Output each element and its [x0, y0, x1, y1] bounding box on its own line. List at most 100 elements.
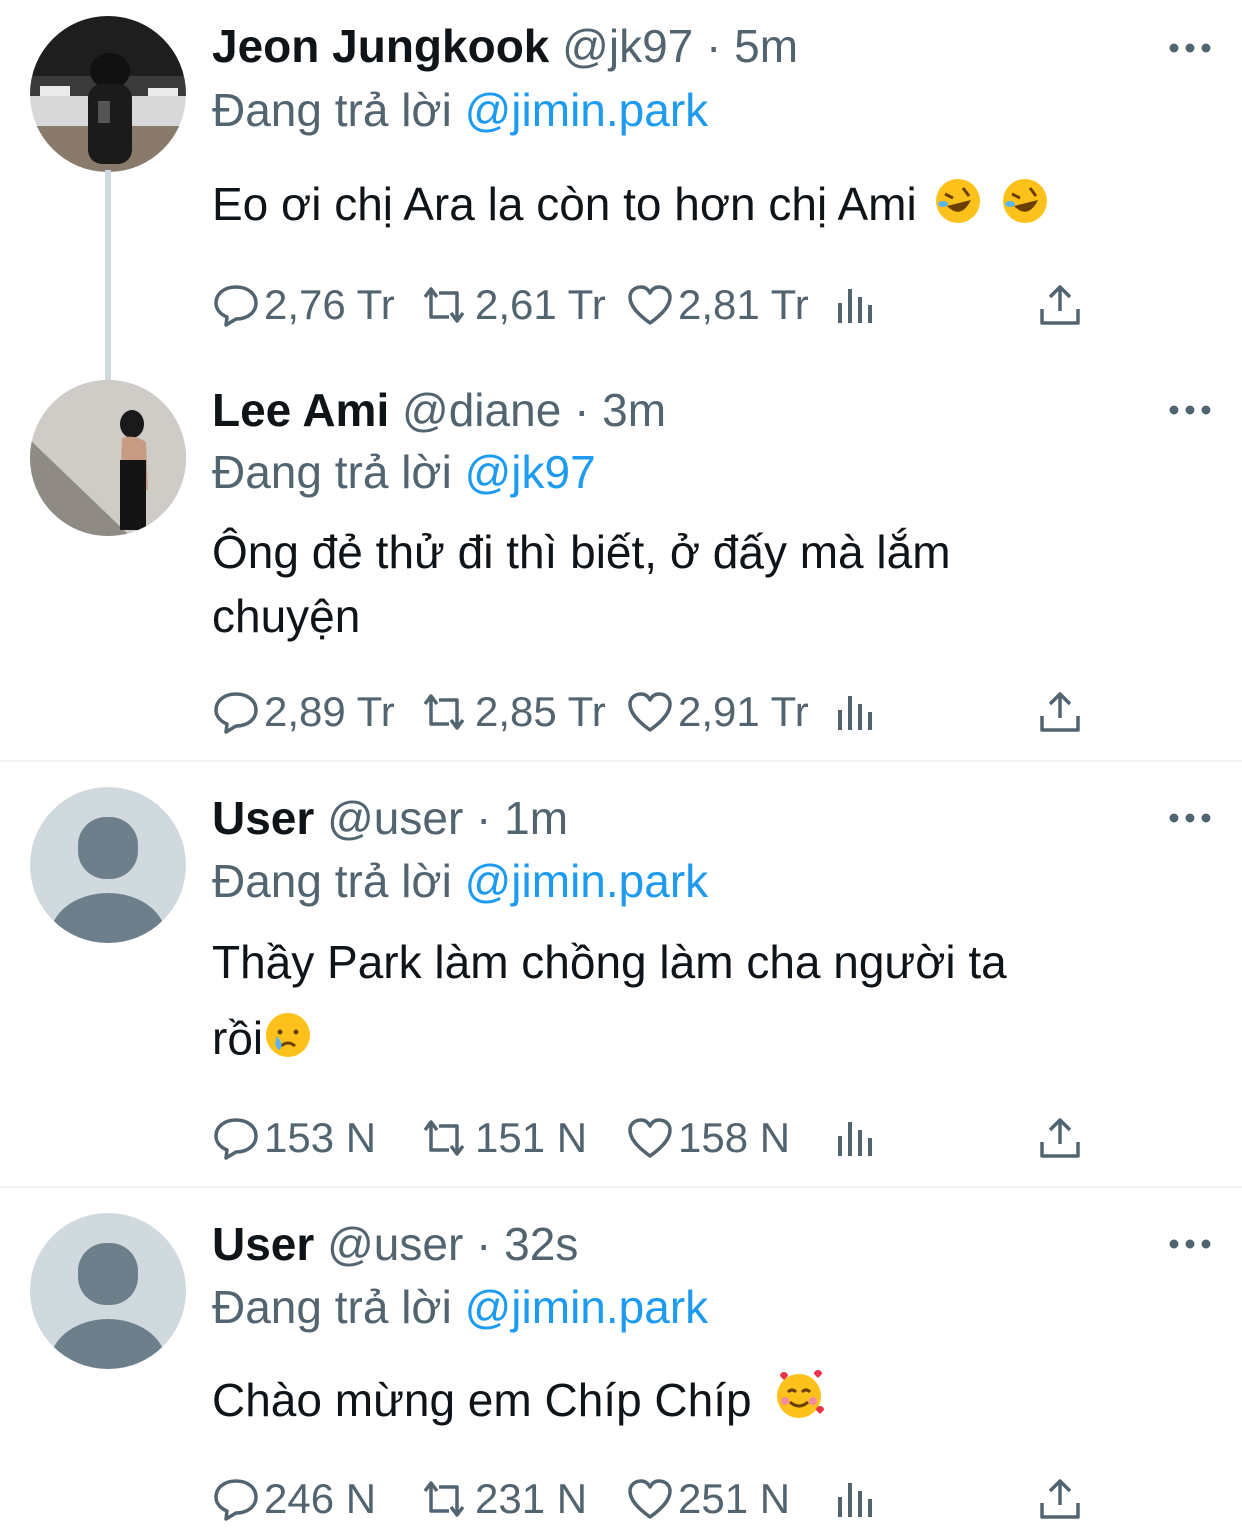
timestamp[interactable]: 32s — [504, 1218, 578, 1270]
reply-mention-link[interactable]: @jimin.park — [465, 84, 709, 136]
reply-count: 246 N — [264, 1475, 377, 1522]
crying-face-emoji — [263, 1010, 313, 1076]
username[interactable]: @diane — [402, 384, 561, 436]
heart-icon — [628, 1479, 672, 1519]
like-button[interactable]: 2,91 Tr — [626, 687, 809, 737]
reply-button[interactable]: 2,89 Tr — [212, 687, 395, 737]
default-avatar[interactable] — [30, 787, 186, 943]
replying-to: Đang trả lời @jimin.park — [212, 851, 708, 911]
default-avatar[interactable] — [30, 1213, 186, 1369]
retweet-count: 231 N — [475, 1475, 588, 1522]
tweet-actions: 246 N 231 N 251 N — [212, 1474, 1092, 1524]
tweet[interactable]: User @user · 32s Đang trả lời @jimin.par… — [0, 1188, 1242, 1539]
reply-button[interactable]: 2,76 Tr — [212, 280, 395, 330]
analytics-button[interactable] — [834, 1113, 882, 1163]
tweet-text: Thầy Park làm chồng làm cha người ta rồi — [212, 930, 1212, 1076]
retweet-button[interactable]: 2,85 Tr — [417, 687, 606, 737]
tweet-actions: 153 N 151 N 158 N — [212, 1113, 1092, 1163]
share-icon — [1040, 692, 1080, 732]
share-icon — [1040, 1479, 1080, 1519]
tweet-text-line: Thầy Park làm chồng làm cha người ta — [212, 936, 1007, 988]
reply-icon — [214, 1118, 258, 1160]
reply-mention-link[interactable]: @jk97 — [465, 446, 596, 498]
rolling-on-floor-laughing-emoji — [1000, 176, 1050, 242]
username[interactable]: @user — [327, 792, 463, 844]
reply-icon — [214, 285, 258, 327]
like-button[interactable]: 2,81 Tr — [626, 280, 809, 330]
display-name[interactable]: Lee Ami — [212, 384, 389, 436]
display-name[interactable]: User — [212, 1218, 314, 1270]
reply-count: 2,76 Tr — [264, 281, 395, 328]
reply-count: 153 N — [264, 1114, 377, 1161]
like-count: 2,91 Tr — [678, 688, 809, 735]
reply-mention-link[interactable]: @jimin.park — [465, 1281, 709, 1333]
retweet-icon — [423, 694, 465, 730]
retweet-button[interactable]: 231 N — [417, 1474, 587, 1524]
timestamp[interactable]: 1m — [504, 792, 568, 844]
replying-to-label: Đang trả lời — [212, 1281, 452, 1333]
retweet-count: 2,61 Tr — [475, 281, 606, 328]
display-name[interactable]: Jeon Jungkook — [212, 20, 549, 72]
analytics-button[interactable] — [834, 280, 882, 330]
tweet-actions: 2,76 Tr 2,61 Tr 2,81 Tr — [212, 280, 1092, 330]
tweet[interactable]: Lee Ami @diane · 3m Đang trả lời @jk97 Ô… — [0, 360, 1242, 760]
like-button[interactable]: 251 N — [626, 1474, 790, 1524]
timestamp[interactable]: 3m — [602, 384, 666, 436]
tweet-header: Jeon Jungkook @jk97 · 5m — [212, 16, 798, 76]
reply-mention-link[interactable]: @jimin.park — [465, 855, 709, 907]
like-button[interactable]: 158 N — [626, 1113, 790, 1163]
analytics-icon — [838, 1483, 872, 1517]
share-button[interactable] — [1038, 1113, 1086, 1163]
analytics-button[interactable] — [834, 1474, 882, 1524]
share-button[interactable] — [1038, 280, 1086, 330]
smiling-face-with-hearts-emoji — [772, 1368, 826, 1438]
tweet-text-line-2: rồi — [212, 1006, 1212, 1076]
reply-icon — [214, 1479, 258, 1521]
more-options-icon[interactable] — [1168, 400, 1212, 420]
tweet-actions: 2,89 Tr 2,85 Tr 2,91 Tr — [212, 687, 1092, 737]
share-button[interactable] — [1038, 1474, 1086, 1524]
analytics-icon — [838, 289, 872, 323]
tweet-text: Ông đẻ thử đi thì biết, ở đấy mà lắm chu… — [212, 520, 1212, 648]
retweet-button[interactable]: 151 N — [417, 1113, 587, 1163]
separator: · — [476, 792, 492, 844]
reply-button[interactable]: 246 N — [212, 1474, 376, 1524]
tweet-header: User @user · 32s — [212, 1214, 578, 1274]
share-icon — [1040, 285, 1080, 325]
separator: · — [706, 20, 722, 72]
retweet-button[interactable]: 2,61 Tr — [417, 280, 606, 330]
retweet-icon — [423, 1481, 465, 1517]
avatar[interactable] — [30, 16, 186, 172]
like-count: 2,81 Tr — [678, 281, 809, 328]
display-name[interactable]: User — [212, 792, 314, 844]
tweet[interactable]: Jeon Jungkook @jk97 · 5m Đang trả lời @j… — [0, 0, 1242, 380]
reply-icon — [214, 692, 258, 734]
analytics-button[interactable] — [834, 687, 882, 737]
analytics-icon — [838, 1122, 872, 1156]
more-options-icon[interactable] — [1168, 808, 1212, 828]
heart-icon — [628, 692, 672, 732]
more-options-icon[interactable] — [1168, 1234, 1212, 1254]
heart-icon — [628, 1118, 672, 1158]
tweet-text: Chào mừng em Chíp Chíp — [212, 1368, 1212, 1438]
retweet-icon — [423, 1120, 465, 1156]
tweet[interactable]: User @user · 1m Đang trả lời @jimin.park… — [0, 762, 1242, 1186]
rolling-on-floor-laughing-emoji — [933, 176, 983, 242]
reply-count: 2,89 Tr — [264, 688, 395, 735]
avatar[interactable] — [30, 380, 186, 536]
tweet-text-line: rồi — [212, 1012, 264, 1064]
more-options-icon[interactable] — [1168, 38, 1212, 58]
tweet-header: User @user · 1m — [212, 788, 568, 848]
tweet-text-body: Chào mừng em Chíp Chíp — [212, 1374, 752, 1426]
username[interactable]: @user — [327, 1218, 463, 1270]
tweet-text: Eo ơi chị Ara la còn to hơn chị Ami — [212, 172, 1212, 242]
thread-connector-line — [105, 170, 111, 380]
replying-to-label: Đang trả lời — [212, 446, 452, 498]
reply-button[interactable]: 153 N — [212, 1113, 376, 1163]
retweet-count: 151 N — [475, 1114, 588, 1161]
username[interactable]: @jk97 — [562, 20, 693, 72]
retweet-count: 2,85 Tr — [475, 688, 606, 735]
tweet-header: Lee Ami @diane · 3m — [212, 380, 666, 440]
share-button[interactable] — [1038, 687, 1086, 737]
timestamp[interactable]: 5m — [734, 20, 798, 72]
